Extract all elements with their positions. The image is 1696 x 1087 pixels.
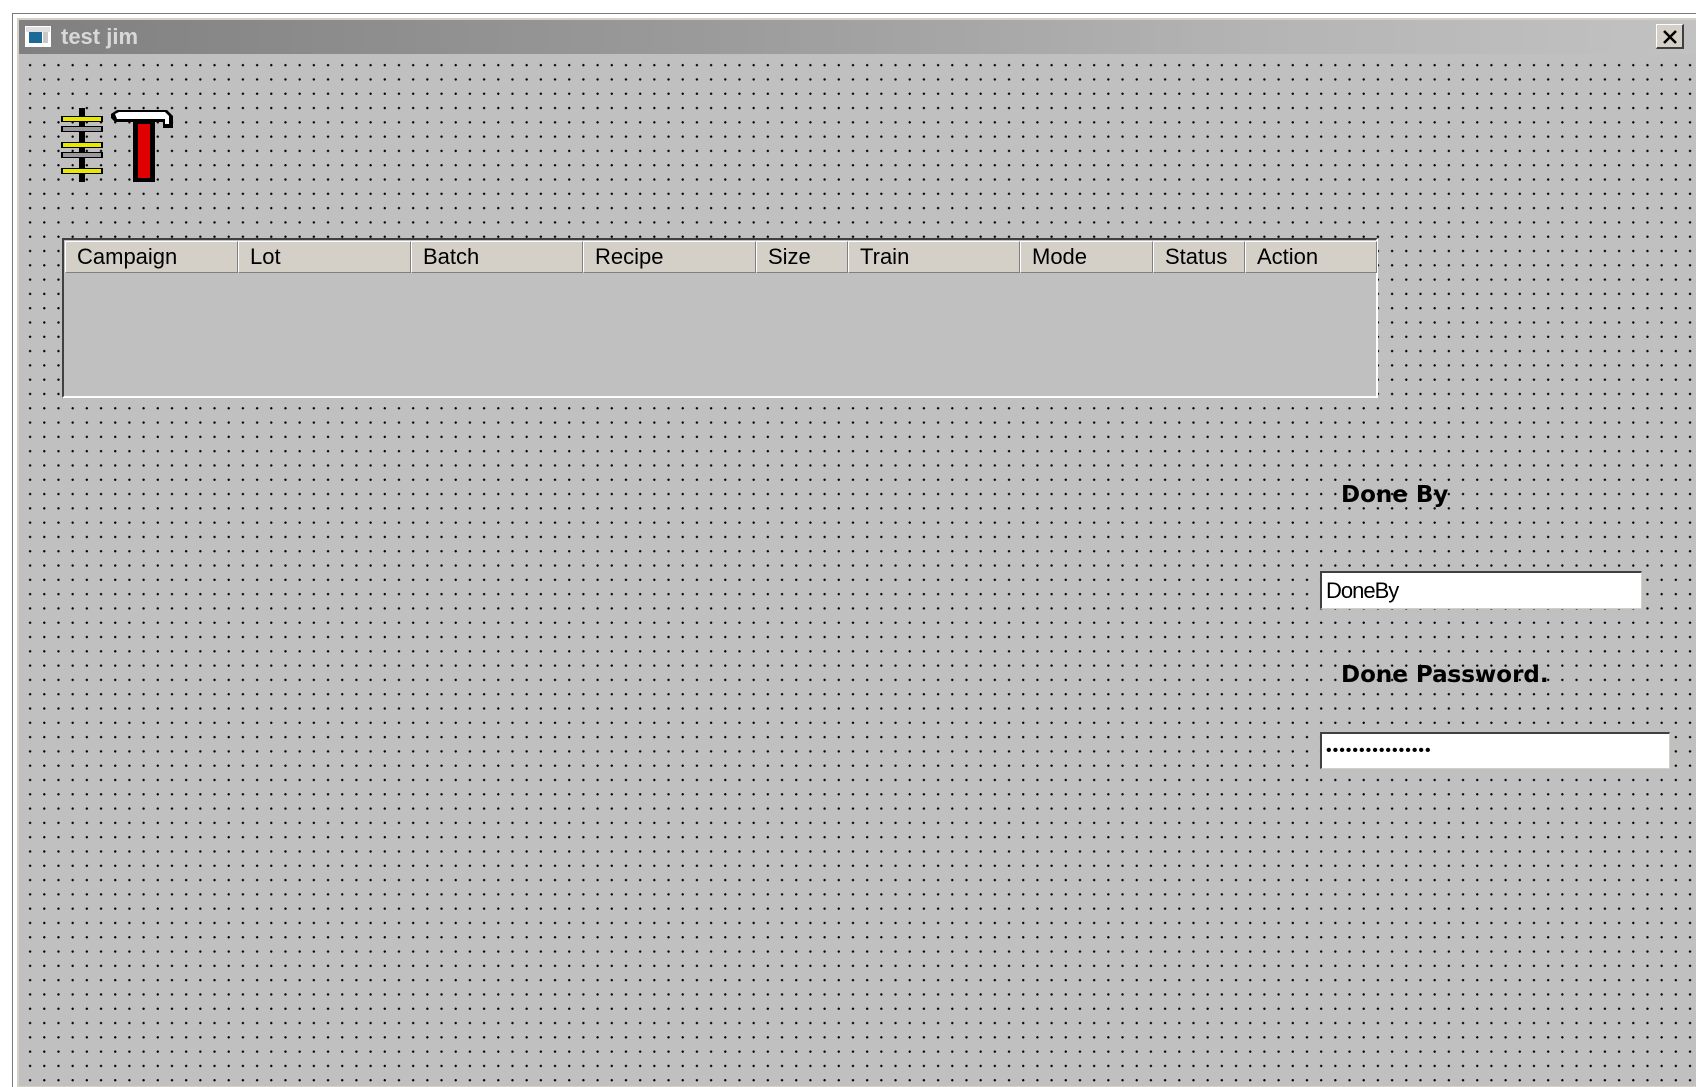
toolbox-hammer-icon[interactable] [59,94,189,184]
window-app-icon[interactable] [25,26,51,47]
column-header-mode[interactable]: Mode [1020,241,1153,273]
list-header: Campaign Lot Batch Recipe Size Train Mod… [65,241,1377,273]
column-header-lot[interactable]: Lot [238,241,411,273]
column-header-status[interactable]: Status [1153,241,1245,273]
done-password-input[interactable] [1320,732,1670,769]
close-button[interactable] [1656,24,1684,49]
title-bar[interactable]: test jim [19,20,1696,54]
done-by-label: Done By [1341,482,1449,508]
column-header-size[interactable]: Size [756,241,848,273]
column-header-batch[interactable]: Batch [411,241,583,273]
column-header-recipe[interactable]: Recipe [583,241,756,273]
list-body[interactable] [64,274,1376,396]
column-header-action[interactable]: Action [1245,241,1377,273]
close-icon [1663,30,1677,44]
done-by-input[interactable] [1320,571,1642,609]
done-password-label: Done Password. [1341,662,1549,688]
column-header-campaign[interactable]: Campaign [65,241,238,273]
batch-list-view[interactable]: Campaign Lot Batch Recipe Size Train Mod… [62,238,1378,398]
form-client-area: Campaign Lot Batch Recipe Size Train Mod… [19,54,1696,1086]
column-header-train[interactable]: Train [848,241,1020,273]
window-title: test jim [61,24,139,49]
